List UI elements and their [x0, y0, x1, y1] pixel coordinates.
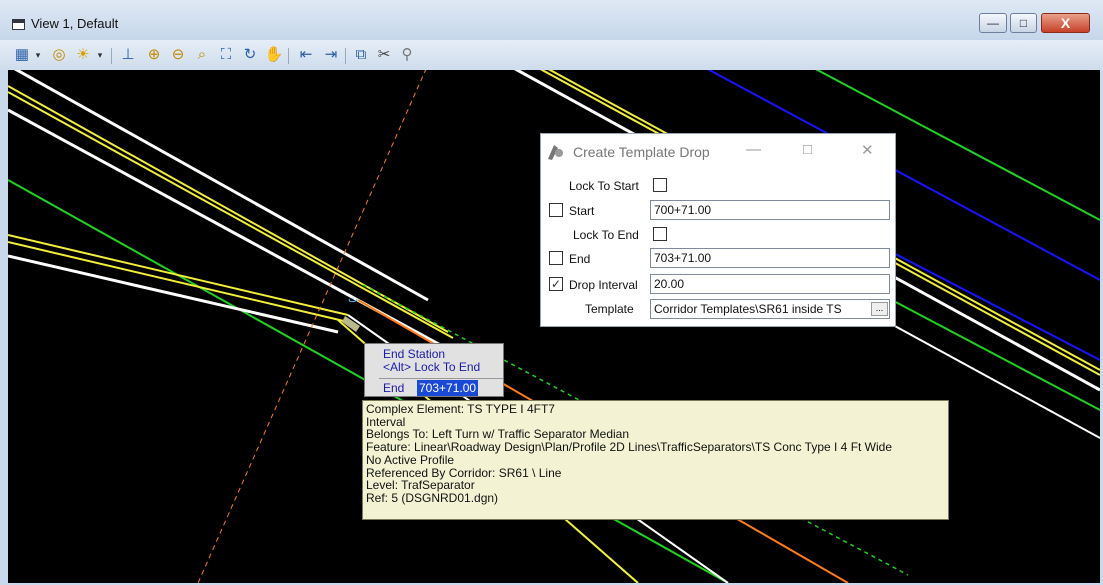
tooltip-line: Complex Element: TS TYPE I 4FT7: [366, 402, 555, 416]
dropdown-arrow-icon[interactable]: ▾: [33, 44, 43, 66]
window-title: View 1, Default: [31, 16, 119, 31]
drop-interval-field[interactable]: 20.00: [650, 274, 890, 294]
dropdown-arrow-icon[interactable]: ▾: [95, 44, 105, 66]
display-style-icon[interactable]: ◎: [48, 44, 70, 66]
separator-line: [8, 241, 349, 323]
template-field[interactable]: Corridor Templates\SR61 inside TS: [650, 299, 890, 319]
dialog-title-bar[interactable]: Create Template Drop — □ ✕: [541, 134, 895, 170]
close-button[interactable]: X: [1041, 13, 1090, 33]
title-bar[interactable]: View 1, Default — □ X: [0, 0, 1103, 40]
lock-to-start-label: Lock To Start: [569, 179, 639, 193]
toolbar-divider: [111, 48, 112, 64]
clip-mask-icon[interactable]: ⚲: [396, 44, 418, 66]
view-previous-icon[interactable]: ⇤: [295, 44, 317, 66]
copy-view-icon[interactable]: ⧉: [350, 44, 372, 66]
roadway-edge-line: [8, 108, 469, 362]
separator-line: [8, 85, 449, 333]
zoom-in-icon[interactable]: ⊕: [143, 44, 165, 66]
drop-interval-label: Drop Interval: [569, 278, 638, 292]
end-checkbox[interactable]: [549, 251, 563, 265]
update-view-icon[interactable]: ⊥: [117, 44, 139, 66]
roadway-edge-line: [8, 254, 339, 334]
view-toolbar: ▦ ▾ ◎ ☀ ▾ ⊥ ⊕ ⊖ ⌕ ⛶ ↻ ✋ ⇤ ⇥ ⧉ ✂ ⚲: [0, 40, 1103, 70]
end-label: End: [569, 252, 591, 266]
prompt-end-input[interactable]: 703+71.00: [417, 380, 479, 396]
clip-volume-icon[interactable]: ✂: [373, 44, 395, 66]
pan-view-icon[interactable]: ✋: [263, 44, 285, 66]
prompt-field-label: End: [383, 381, 405, 395]
roadway-edge-line: [13, 70, 429, 302]
prompt-line-1: End Station: [383, 347, 446, 361]
element-info-tooltip: Complex Element: TS TYPE I 4FT7 Interval…: [362, 400, 949, 520]
view-window: View 1, Default — □ X ▦ ▾ ◎ ☀ ▾ ⊥ ⊕ ⊖ ⌕ …: [0, 0, 1103, 585]
tooltip-line: No Active Profile: [366, 452, 455, 467]
template-drop-icon: [545, 142, 565, 162]
toolbar-divider: [345, 48, 346, 64]
start-checkbox[interactable]: [549, 203, 563, 217]
drop-interval-checkbox[interactable]: ✓: [549, 277, 563, 291]
rotate-view-icon[interactable]: ↻: [239, 44, 261, 66]
dialog-title: Create Template Drop: [573, 144, 710, 160]
fit-view-icon[interactable]: ⛶: [215, 44, 237, 66]
tooltip-line: Feature: Linear\Roadway Design\Plan/Prof…: [366, 440, 893, 455]
minimize-button[interactable]: —: [979, 13, 1007, 33]
lock-to-end-label: Lock To End: [573, 228, 639, 242]
view-attributes-icon[interactable]: ▦: [11, 44, 33, 66]
dialog-close-button[interactable]: ✕: [861, 141, 874, 159]
start-label: Start: [569, 204, 595, 218]
prompt-line-2: <Alt> Lock To End: [383, 360, 481, 374]
tooltip-line: Ref: 5 (DSGNRD01.dgn): [366, 490, 499, 505]
lighting-icon[interactable]: ☀: [72, 44, 94, 66]
lock-to-end-checkbox[interactable]: [653, 227, 667, 241]
prompt-divider: [379, 378, 503, 379]
end-field[interactable]: 703+71.00: [650, 248, 890, 268]
separator-line: [8, 91, 454, 339]
cursor-prompt: End Station <Alt> Lock To End End 703+71…: [364, 343, 504, 397]
toolbar-divider: [288, 48, 289, 64]
dialog-maximize-button[interactable]: □: [803, 141, 812, 158]
create-template-drop-dialog: Create Template Drop — □ ✕ Lock To Start…: [540, 133, 896, 327]
maximize-button[interactable]: □: [1010, 13, 1037, 33]
zoom-out-icon[interactable]: ⊖: [167, 44, 189, 66]
view-next-icon[interactable]: ⇥: [320, 44, 342, 66]
right-of-way-line: [887, 297, 1100, 411]
start-field[interactable]: 700+71.00: [650, 200, 890, 220]
dialog-minimize-button[interactable]: —: [746, 141, 761, 158]
lock-to-start-checkbox[interactable]: [653, 178, 667, 192]
cursor-marker: [342, 316, 360, 332]
window-icon: [12, 19, 25, 30]
template-browse-button[interactable]: ...: [871, 302, 888, 316]
dialog-body: Lock To Start Start 700+71.00 Lock To En…: [541, 172, 895, 326]
template-label: Template: [585, 302, 634, 316]
svg-text:ت: ت: [348, 293, 358, 305]
window-area-icon[interactable]: ⌕: [191, 44, 213, 66]
